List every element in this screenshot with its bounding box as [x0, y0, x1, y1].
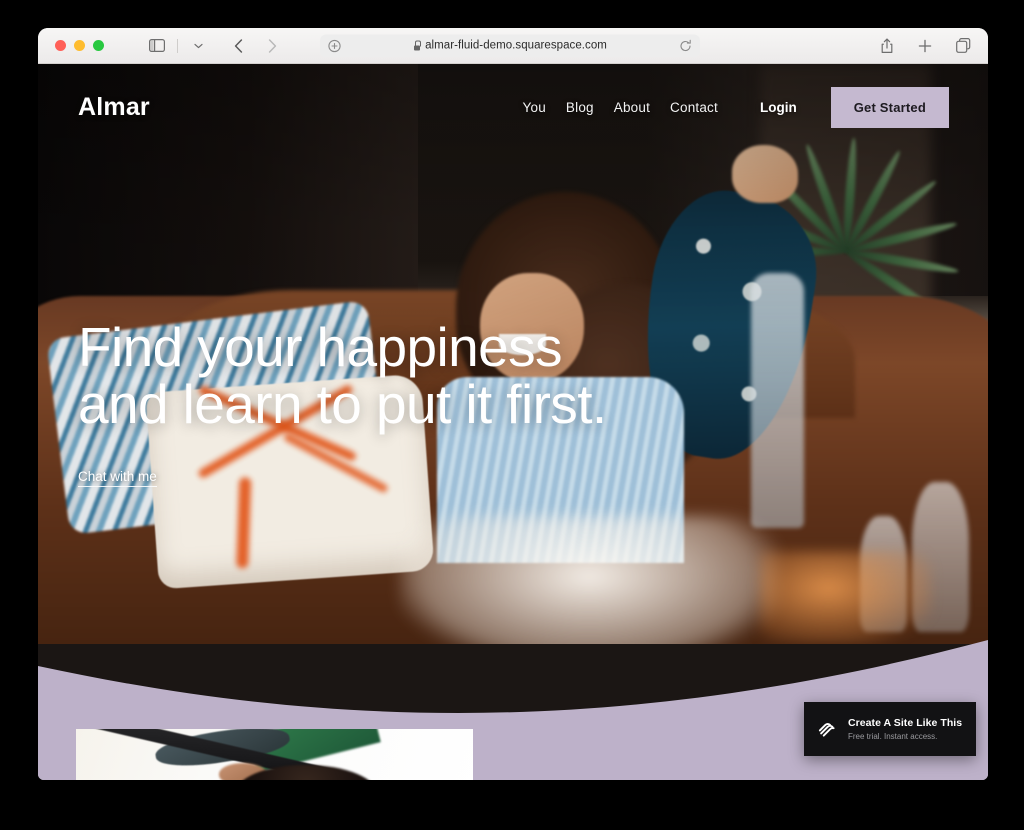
window-controls	[38, 40, 104, 51]
chat-with-me-link[interactable]: Chat with me	[78, 469, 157, 488]
nav-item-blog[interactable]: Blog	[566, 100, 594, 115]
new-tab-icon[interactable]	[912, 34, 938, 58]
minimize-window-button[interactable]	[74, 40, 85, 51]
navigation-controls	[225, 34, 285, 58]
toolbar-right-actions	[874, 34, 976, 58]
hero-title-line-2: and learn to put it first.	[78, 373, 607, 436]
section2-image-scene	[76, 729, 473, 780]
hero-title: Find your happiness and learn to put it …	[78, 316, 607, 436]
forward-icon[interactable]	[259, 34, 285, 58]
nav-item-about[interactable]: About	[614, 100, 650, 115]
sidebar-toggle-icon[interactable]	[144, 34, 170, 58]
promo-title: Create A Site Like This	[848, 717, 963, 729]
primary-navigation: You Blog About Contact Login Get Started	[523, 86, 949, 128]
address-bar-content[interactable]: almar-fluid-demo.squarespace.com	[342, 40, 678, 52]
squarespace-logo-icon	[816, 718, 838, 740]
browser-toolbar: almar-fluid-demo.squarespace.com	[38, 28, 988, 64]
url-text: almar-fluid-demo.squarespace.com	[425, 39, 607, 52]
promo-text: Create A Site Like This Free trial. Inst…	[848, 717, 962, 741]
get-started-button[interactable]: Get Started	[830, 86, 949, 128]
reload-icon[interactable]	[678, 38, 693, 53]
chevron-down-icon[interactable]	[185, 34, 211, 58]
tab-overview-icon[interactable]	[950, 34, 976, 58]
browser-window: almar-fluid-demo.squarespace.com Almar Y…	[38, 28, 988, 780]
login-link[interactable]: Login	[760, 100, 797, 115]
address-bar[interactable]: almar-fluid-demo.squarespace.com	[320, 34, 700, 57]
back-icon[interactable]	[225, 34, 251, 58]
section2-image	[76, 729, 473, 780]
site-logo[interactable]: Almar	[78, 93, 150, 122]
site-header: Almar You Blog About Contact Login Get S…	[38, 64, 988, 150]
nav-links: You Blog About Contact	[523, 100, 718, 115]
maximize-window-button[interactable]	[93, 40, 104, 51]
page-viewport: Almar You Blog About Contact Login Get S…	[38, 64, 988, 780]
toolbar-divider	[177, 38, 178, 53]
page-settings-icon[interactable]	[327, 38, 342, 53]
squarespace-promo-banner[interactable]: Create A Site Like This Free trial. Inst…	[804, 702, 976, 756]
sidebar-controls	[144, 34, 211, 58]
close-window-button[interactable]	[55, 40, 66, 51]
hero-copy: Find your happiness and learn to put it …	[78, 316, 607, 488]
hero-title-line-1: Find your happiness	[78, 316, 563, 378]
lock-icon	[413, 40, 422, 51]
nav-item-contact[interactable]: Contact	[670, 100, 718, 115]
share-icon[interactable]	[874, 34, 900, 58]
nav-item-you[interactable]: You	[523, 100, 546, 115]
promo-subtitle: Free trial. Instant access.	[848, 732, 938, 741]
